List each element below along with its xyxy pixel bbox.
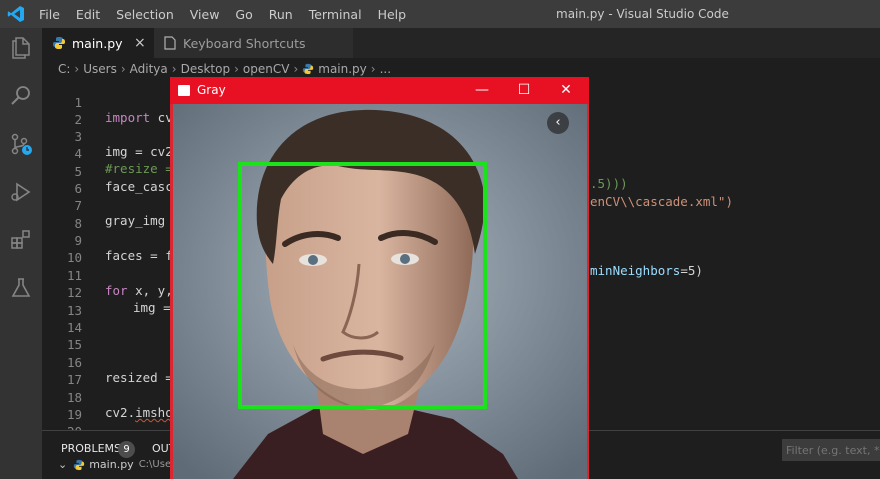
testing-flask-icon[interactable] bbox=[9, 276, 33, 300]
tab-main-py[interactable]: main.py × bbox=[42, 28, 154, 58]
breadcrumb-item[interactable]: Aditya bbox=[130, 62, 168, 76]
opencv-image-window[interactable]: Gray — ☐ ✕ ‹ bbox=[170, 77, 589, 479]
extensions-icon[interactable] bbox=[9, 228, 33, 252]
title-bar: File Edit Selection View Go Run Terminal… bbox=[0, 0, 880, 28]
breadcrumb-item[interactable]: openCV bbox=[243, 62, 290, 76]
menu-help[interactable]: Help bbox=[378, 7, 407, 22]
menu-bar: File Edit Selection View Go Run Terminal… bbox=[39, 0, 422, 28]
menu-edit[interactable]: Edit bbox=[76, 7, 100, 22]
breadcrumb-item[interactable]: Users bbox=[83, 62, 117, 76]
previous-arrow-button[interactable]: ‹ bbox=[547, 112, 569, 134]
chevron-right-icon: › bbox=[74, 62, 80, 76]
tab-problems[interactable]: PROBLEMS bbox=[61, 442, 121, 455]
explorer-icon[interactable] bbox=[9, 36, 33, 60]
search-icon[interactable] bbox=[9, 84, 33, 108]
breadcrumb: C: › Users › Aditya › Desktop › openCV › main… bbox=[58, 60, 391, 78]
menu-selection[interactable]: Selection bbox=[116, 7, 174, 22]
tab-label: Keyboard Shortcuts bbox=[183, 35, 306, 51]
window-title: main.py - Visual Studio Code bbox=[556, 7, 729, 21]
tab-label: main.py bbox=[72, 35, 123, 51]
close-button[interactable]: ✕ bbox=[546, 77, 586, 104]
minimize-button[interactable]: — bbox=[462, 77, 502, 104]
close-icon[interactable]: × bbox=[134, 35, 146, 51]
tab-keyboard-shortcuts[interactable]: Keyboard Shortcuts bbox=[154, 28, 354, 58]
chevron-right-icon: › bbox=[120, 62, 126, 76]
file-icon bbox=[164, 36, 176, 50]
chevron-right-icon: › bbox=[234, 62, 239, 76]
python-file-icon bbox=[74, 459, 85, 470]
breadcrumb-item[interactable]: ... bbox=[380, 62, 391, 76]
problem-file-row[interactable]: ⌄ main.py C:\Users bbox=[58, 458, 180, 471]
opencv-window-titlebar[interactable]: Gray — ☐ ✕ bbox=[170, 77, 589, 104]
opencv-window-title: Gray bbox=[197, 83, 226, 97]
vscode-logo-icon bbox=[7, 6, 25, 22]
face-detection-box bbox=[238, 162, 487, 409]
chevron-right-icon: › bbox=[370, 62, 376, 76]
maximize-button[interactable]: ☐ bbox=[504, 77, 544, 104]
breadcrumb-item[interactable]: Desktop bbox=[181, 62, 231, 76]
problem-file-name: main.py bbox=[89, 458, 134, 471]
run-debug-icon[interactable] bbox=[9, 180, 33, 204]
problems-filter-input[interactable] bbox=[782, 439, 880, 461]
python-file-icon bbox=[53, 37, 65, 49]
problems-count-badge: 9 bbox=[118, 441, 135, 458]
chevron-right-icon: › bbox=[171, 62, 177, 76]
activity-bar bbox=[0, 28, 42, 479]
window-app-icon bbox=[178, 85, 190, 96]
menu-run[interactable]: Run bbox=[269, 7, 293, 22]
menu-file[interactable]: File bbox=[39, 7, 60, 22]
menu-terminal[interactable]: Terminal bbox=[309, 7, 362, 22]
face-photo: ‹ bbox=[173, 104, 587, 479]
menu-go[interactable]: Go bbox=[235, 7, 252, 22]
python-file-icon bbox=[303, 63, 314, 75]
chevron-right-icon: › bbox=[293, 62, 299, 76]
line-number: 15 bbox=[66, 337, 82, 352]
chevron-down-icon: ⌄ bbox=[58, 458, 68, 471]
source-control-icon[interactable] bbox=[9, 132, 33, 156]
breadcrumb-item[interactable]: C: bbox=[58, 62, 70, 76]
menu-view[interactable]: View bbox=[190, 7, 220, 22]
editor-tab-strip: main.py × Keyboard Shortcuts bbox=[42, 28, 880, 58]
breadcrumb-item[interactable]: main.py bbox=[318, 62, 367, 76]
